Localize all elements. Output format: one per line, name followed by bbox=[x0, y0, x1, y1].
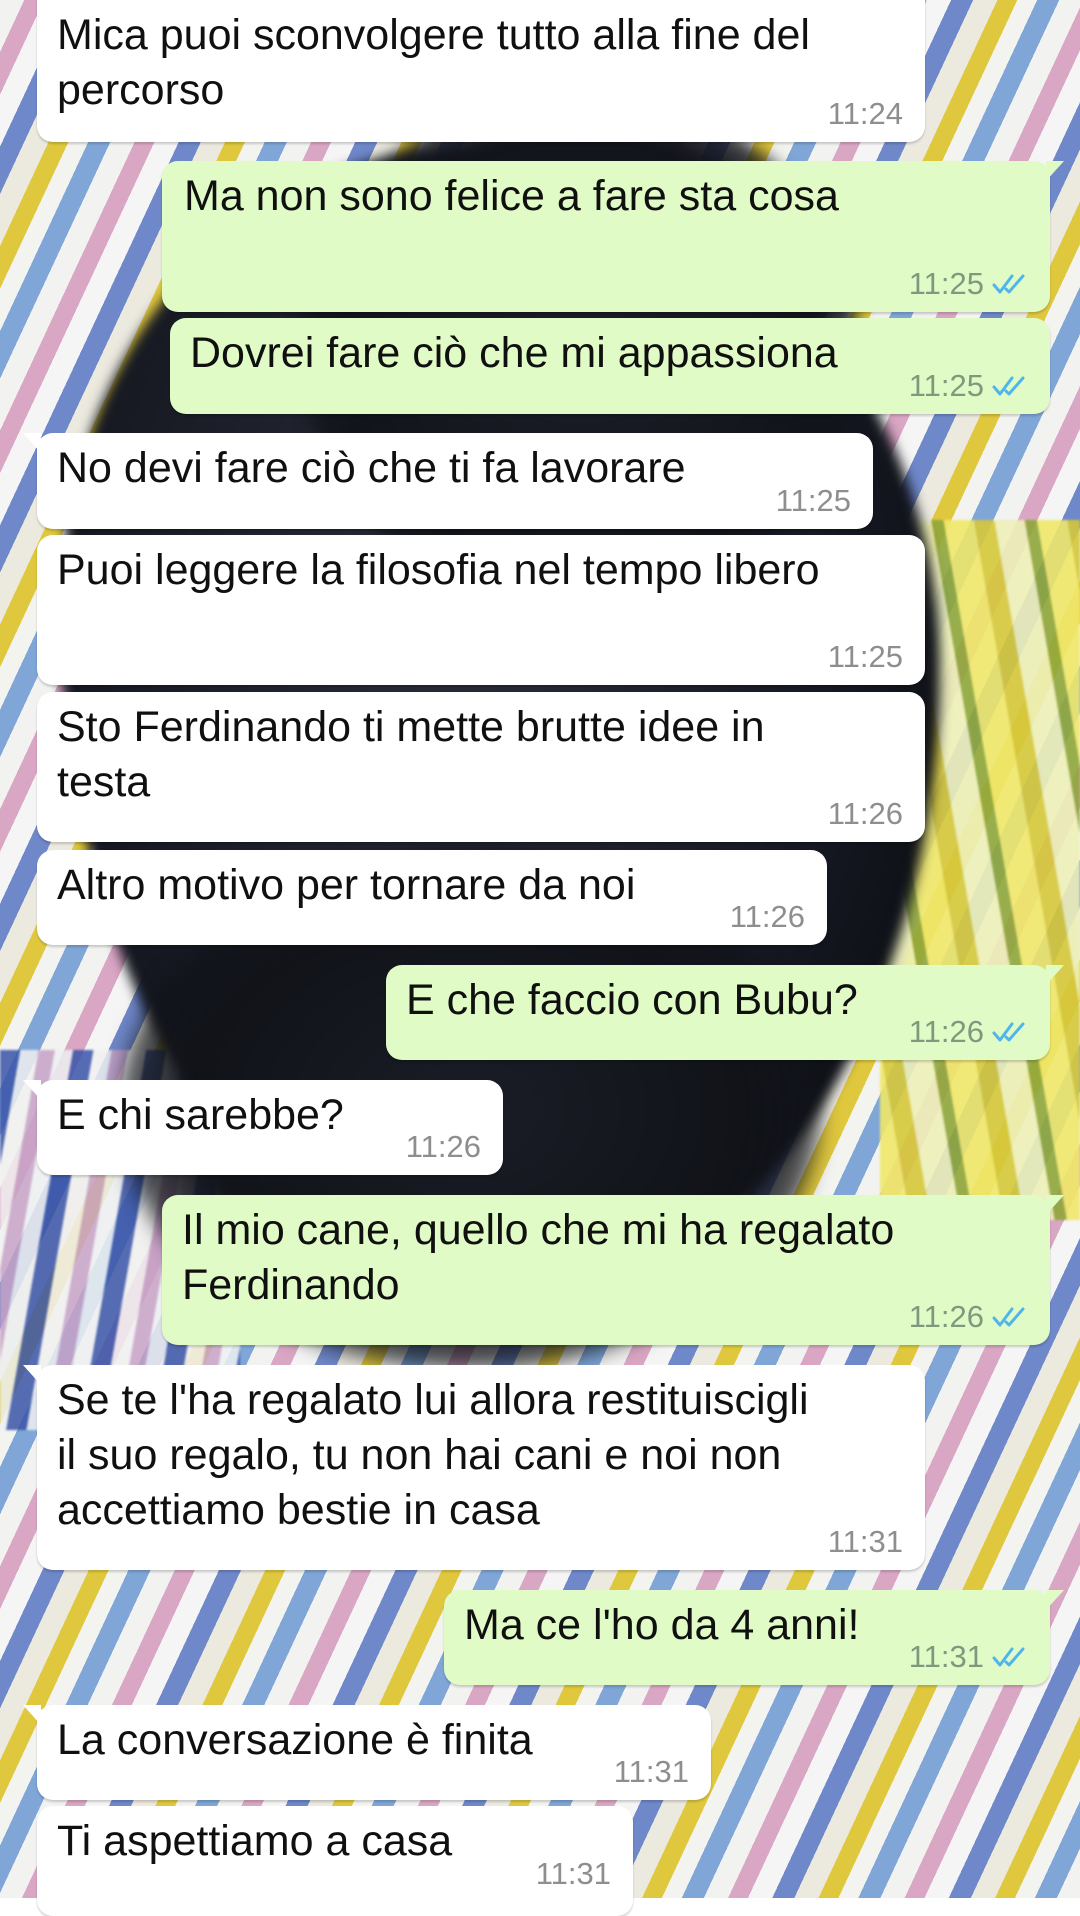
message-bubble-incoming[interactable]: La conversazione è finita 11:31 bbox=[23, 1705, 711, 1800]
message-meta: 11:31 bbox=[536, 1856, 611, 1892]
message-bubble-incoming[interactable]: E chi sarebbe? 11:26 bbox=[23, 1080, 503, 1175]
message-text: Dovrei fare ciò che mi appassiona bbox=[190, 329, 838, 377]
message-text: Mica puoi sconvolgere tutto alla fine de… bbox=[57, 11, 810, 114]
message-bubble-outgoing[interactable]: Ma non sono felice a fare sta cosa 11:25 bbox=[162, 161, 1064, 312]
message-bubble-incoming[interactable]: Puoi leggere la filosofia nel tempo libe… bbox=[37, 535, 925, 685]
message-meta: 11:26 bbox=[406, 1129, 481, 1165]
message-bubble-incoming[interactable]: Altro motivo per tornare da noi 11:26 bbox=[37, 850, 827, 945]
message-meta: 11:25 bbox=[776, 483, 851, 519]
message-text: Ti aspettiamo a casa bbox=[57, 1817, 453, 1865]
message-bubble-outgoing[interactable]: E che faccio con Bubu? 11:26 bbox=[386, 965, 1064, 1060]
message-bubble-incoming[interactable]: Ti aspettiamo a casa 11:31 bbox=[37, 1806, 633, 1916]
message-bubble-outgoing[interactable]: Ma ce l'ho da 4 anni! 11:31 bbox=[444, 1590, 1064, 1685]
message-text: No devi fare ciò che ti fa lavorare bbox=[57, 444, 686, 492]
message-time: 11:26 bbox=[405, 1129, 481, 1164]
message-time: 11:25 bbox=[908, 368, 984, 403]
message-time: 11:31 bbox=[908, 1639, 984, 1674]
message-time: 11:25 bbox=[775, 483, 851, 518]
message-time: 11:25 bbox=[908, 266, 984, 301]
read-ticks-icon bbox=[992, 1022, 1025, 1042]
message-meta: 11:26 bbox=[730, 899, 805, 935]
message-text: Sto Ferdinando ti mette brutte idee in t… bbox=[57, 703, 765, 806]
message-bubble-incoming[interactable]: Mica puoi sconvolgere tutto alla fine de… bbox=[37, 0, 925, 142]
message-meta: 11:25 bbox=[909, 368, 1028, 404]
bubble-tail bbox=[23, 433, 41, 453]
message-text: Puoi leggere la filosofia nel tempo libe… bbox=[57, 546, 820, 594]
message-time: 11:25 bbox=[827, 639, 903, 674]
bubble-tail bbox=[23, 1705, 41, 1725]
message-text: Il mio cane, quello che mi ha regalato F… bbox=[182, 1206, 895, 1309]
message-text: La conversazione è finita bbox=[57, 1716, 533, 1764]
message-time: 11:31 bbox=[827, 1524, 903, 1559]
read-ticks-icon bbox=[992, 274, 1025, 294]
message-meta: 11:25 bbox=[909, 266, 1028, 302]
message-text: Altro motivo per tornare da noi bbox=[57, 861, 636, 909]
message-time: 11:26 bbox=[908, 1299, 984, 1334]
message-time: 11:26 bbox=[827, 796, 903, 831]
message-text: Se te l'ha regalato lui allora restituis… bbox=[57, 1376, 809, 1534]
bubble-tail bbox=[1046, 1590, 1064, 1610]
read-ticks-icon bbox=[992, 376, 1025, 396]
message-time: 11:31 bbox=[613, 1754, 689, 1789]
message-bubble-incoming[interactable]: Se te l'ha regalato lui allora restituis… bbox=[23, 1365, 925, 1570]
message-meta: 11:26 bbox=[828, 796, 903, 832]
message-bubble-incoming[interactable]: Sto Ferdinando ti mette brutte idee in t… bbox=[37, 692, 925, 842]
bubble-tail bbox=[23, 1080, 41, 1100]
message-meta: 11:26 bbox=[909, 1299, 1028, 1335]
message-meta: 11:25 bbox=[828, 639, 903, 675]
message-meta: 11:31 bbox=[614, 1754, 689, 1790]
bubble-tail bbox=[1046, 965, 1064, 985]
message-text: Ma non sono felice a fare sta cosa bbox=[184, 172, 839, 220]
message-bubble-outgoing[interactable]: Dovrei fare ciò che mi appassiona 11:25 bbox=[170, 318, 1050, 414]
read-ticks-icon bbox=[992, 1307, 1025, 1327]
bubble-tail bbox=[1046, 161, 1064, 181]
bubble-tail bbox=[1046, 1195, 1064, 1215]
message-time: 11:26 bbox=[908, 1014, 984, 1049]
message-bubble-outgoing[interactable]: Il mio cane, quello che mi ha regalato F… bbox=[162, 1195, 1064, 1345]
message-list[interactable]: Mica puoi sconvolgere tutto alla fine de… bbox=[0, 0, 1080, 1916]
message-meta: 11:31 bbox=[828, 1524, 903, 1560]
message-meta: 11:26 bbox=[909, 1014, 1028, 1050]
message-bubble-incoming[interactable]: No devi fare ciò che ti fa lavorare 11:2… bbox=[23, 433, 873, 529]
read-ticks-icon bbox=[992, 1647, 1025, 1667]
message-meta: 11:31 bbox=[909, 1639, 1028, 1675]
message-time: 11:26 bbox=[729, 899, 805, 934]
bubble-tail bbox=[23, 1365, 41, 1385]
message-meta: 11:24 bbox=[828, 96, 903, 132]
message-time: 11:24 bbox=[827, 96, 903, 131]
message-time: 11:31 bbox=[535, 1856, 611, 1891]
